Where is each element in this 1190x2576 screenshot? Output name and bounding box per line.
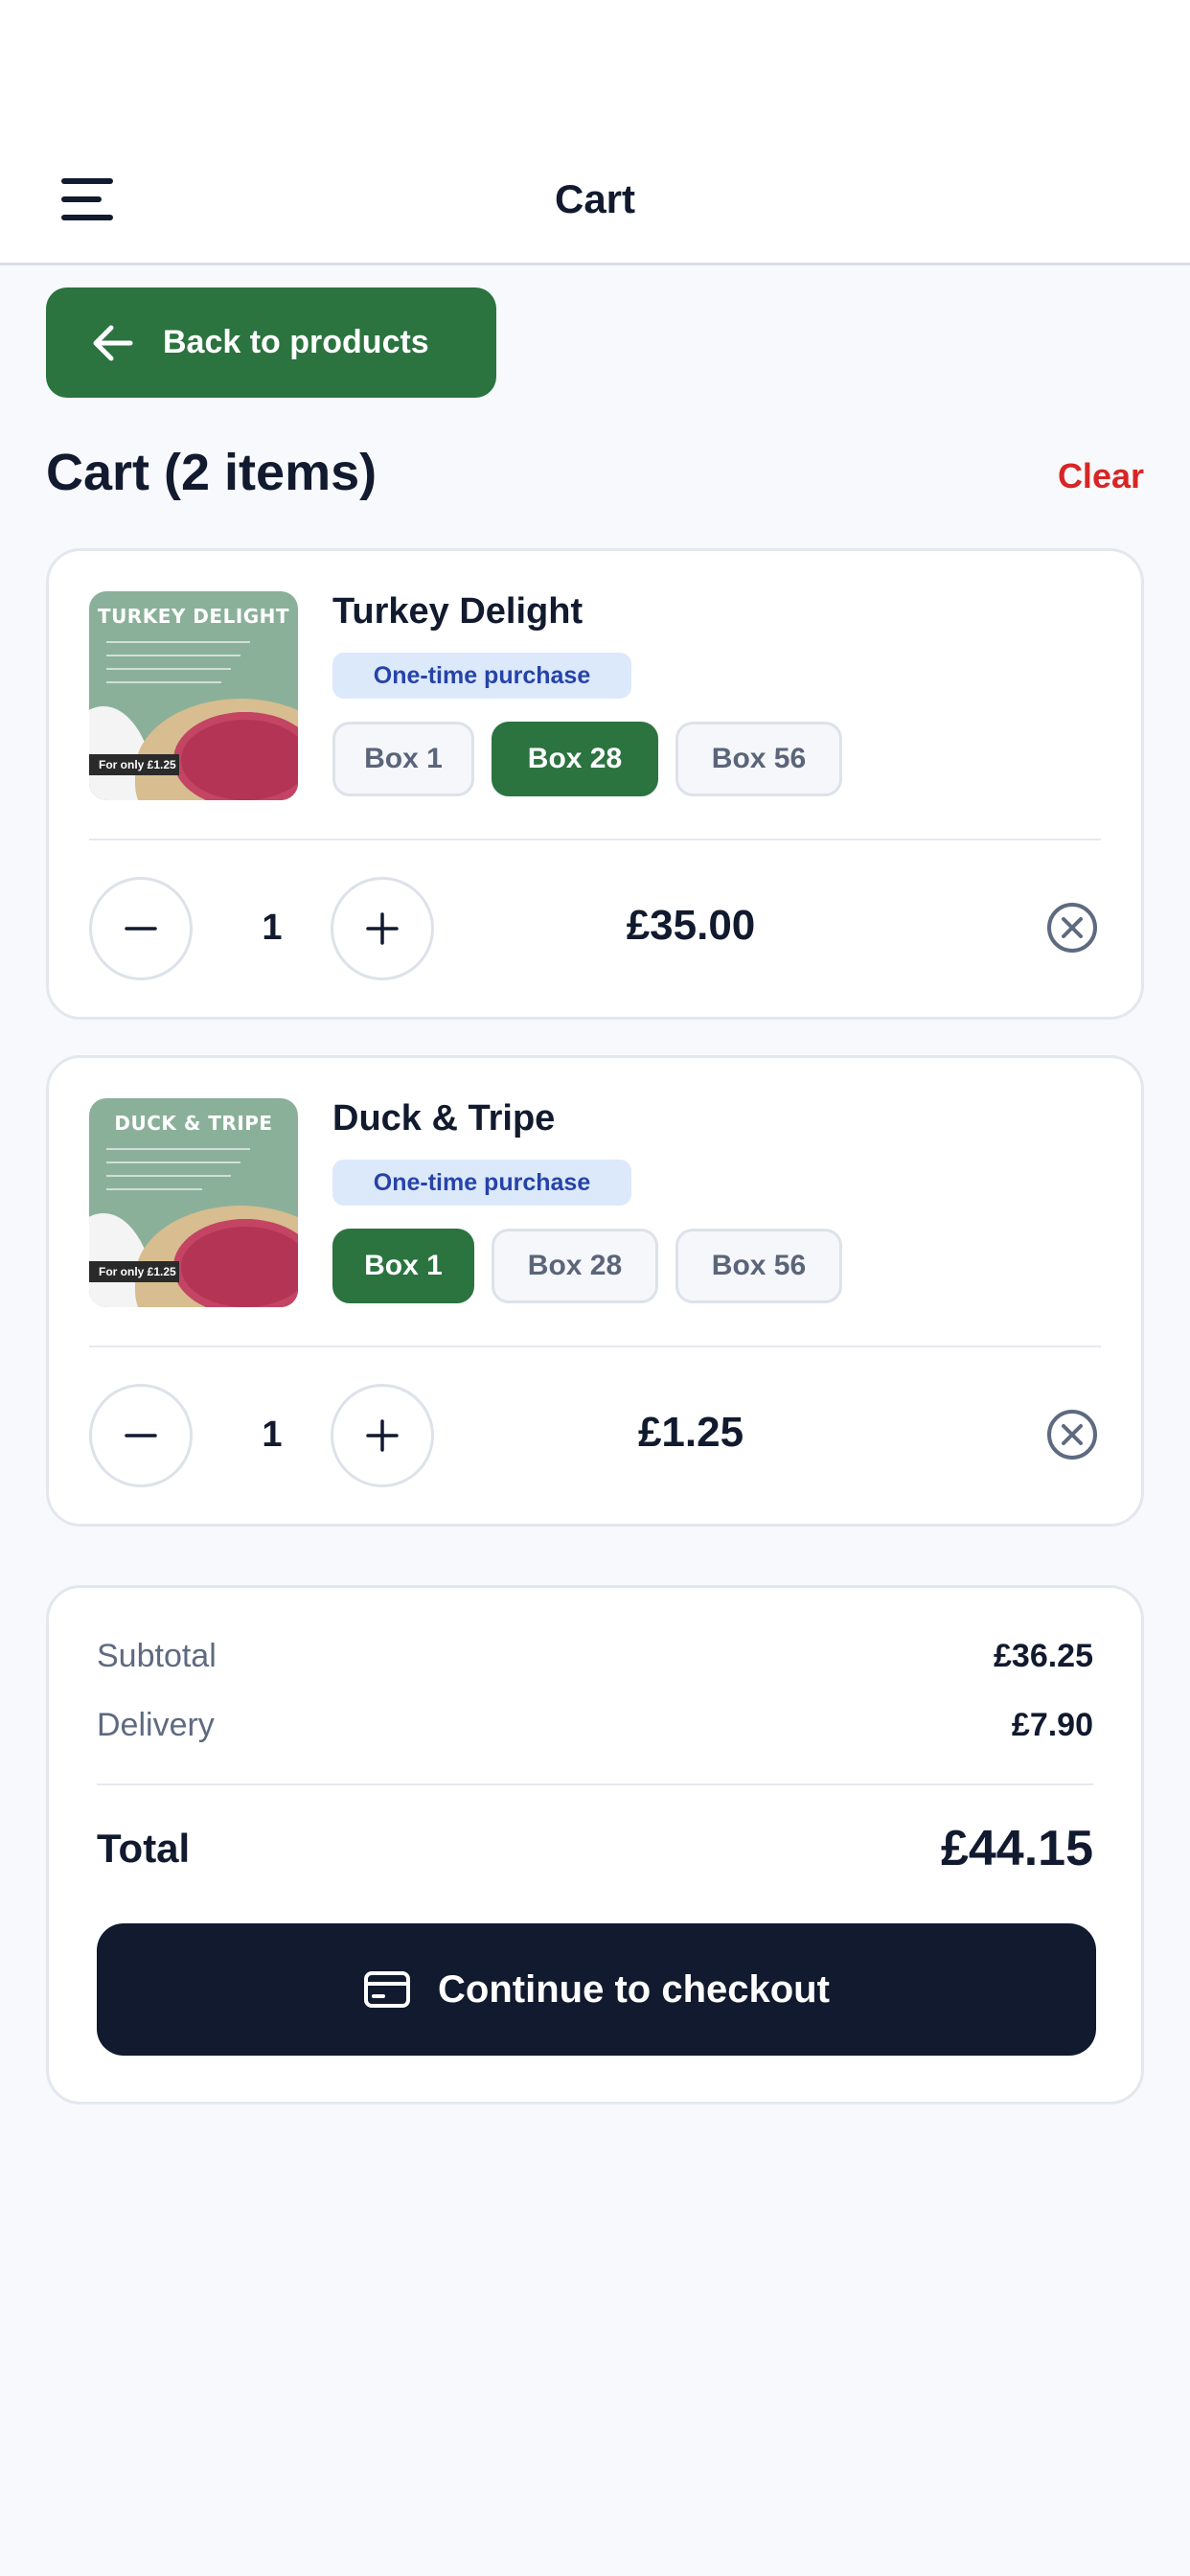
app-header: Cart xyxy=(0,0,1190,265)
total-row: Total £44.15 xyxy=(97,1820,1093,1877)
purchase-type-badge: One-time purchase xyxy=(332,1160,631,1206)
increase-quantity-button[interactable] xyxy=(331,877,434,980)
delivery-value: £7.90 xyxy=(1011,1707,1093,1743)
checkout-label: Continue to checkout xyxy=(438,1967,830,2011)
total-value: £44.15 xyxy=(940,1821,1093,1876)
back-to-products-label: Back to products xyxy=(163,324,429,360)
increase-quantity-button[interactable] xyxy=(331,1384,434,1487)
subtotal-row: Subtotal £36.25 xyxy=(97,1638,1093,1675)
option-chip-box-1[interactable]: Box 1 xyxy=(332,722,474,796)
delivery-label: Delivery xyxy=(97,1707,215,1743)
minus-icon xyxy=(125,927,157,931)
subtotal-value: £36.25 xyxy=(994,1638,1093,1674)
line-price: £1.25 xyxy=(637,1409,744,1456)
option-chip-box-56[interactable]: Box 56 xyxy=(675,1229,842,1303)
purchase-type-badge: One-time purchase xyxy=(332,653,631,699)
minus-icon xyxy=(125,1434,157,1438)
plus-icon xyxy=(366,912,399,945)
cart-item-card: TURKEY DELIGHT For only £1.25 Turkey Del… xyxy=(46,548,1144,1020)
total-label: Total xyxy=(97,1826,191,1871)
option-chip-box-28[interactable]: Box 28 xyxy=(492,1229,658,1303)
back-to-products-button[interactable]: Back to products xyxy=(46,288,496,398)
page-title: Cart xyxy=(554,176,636,221)
product-image-title: DUCK & TRIPE xyxy=(114,1112,273,1135)
decrease-quantity-button[interactable] xyxy=(89,877,193,980)
subtotal-label: Subtotal xyxy=(97,1638,217,1674)
decrease-quantity-button[interactable] xyxy=(89,1384,193,1487)
divider xyxy=(97,1783,1093,1785)
option-chip-box-56[interactable]: Box 56 xyxy=(675,722,842,796)
remove-item-icon[interactable] xyxy=(1045,1408,1099,1461)
cart-heading: Cart (2 items) xyxy=(46,444,378,501)
item-name: Turkey Delight xyxy=(332,591,584,632)
product-image-title: TURKEY DELIGHT xyxy=(97,605,290,628)
item-name: Duck & Tripe xyxy=(332,1098,556,1138)
arrow-left-icon xyxy=(93,325,133,360)
option-chip-box-28[interactable]: Box 28 xyxy=(492,722,658,796)
cart-item-card: DUCK & TRIPE For only £1.25 Duck & Tripe… xyxy=(46,1055,1144,1527)
plus-icon xyxy=(366,1419,399,1452)
credit-card-icon xyxy=(364,1971,411,2008)
product-image: TURKEY DELIGHT For only £1.25 xyxy=(89,591,298,800)
clear-cart-button[interactable]: Clear xyxy=(1058,456,1144,496)
option-chip-box-1[interactable]: Box 1 xyxy=(332,1229,474,1303)
continue-to-checkout-button[interactable]: Continue to checkout xyxy=(97,1923,1096,2056)
quantity-value: 1 xyxy=(262,1414,283,1455)
product-image: DUCK & TRIPE For only £1.25 xyxy=(89,1098,298,1307)
quantity-value: 1 xyxy=(262,908,283,948)
order-summary-card: Subtotal £36.25 Delivery £7.90 Total £44… xyxy=(46,1585,1144,2104)
delivery-row: Delivery £7.90 xyxy=(97,1707,1093,1744)
product-image-tag: For only £1.25 xyxy=(89,1261,179,1282)
product-image-tag: For only £1.25 xyxy=(89,754,179,775)
divider xyxy=(89,1346,1101,1347)
remove-item-icon[interactable] xyxy=(1045,901,1099,954)
divider xyxy=(89,839,1101,840)
line-price: £35.00 xyxy=(626,902,756,949)
